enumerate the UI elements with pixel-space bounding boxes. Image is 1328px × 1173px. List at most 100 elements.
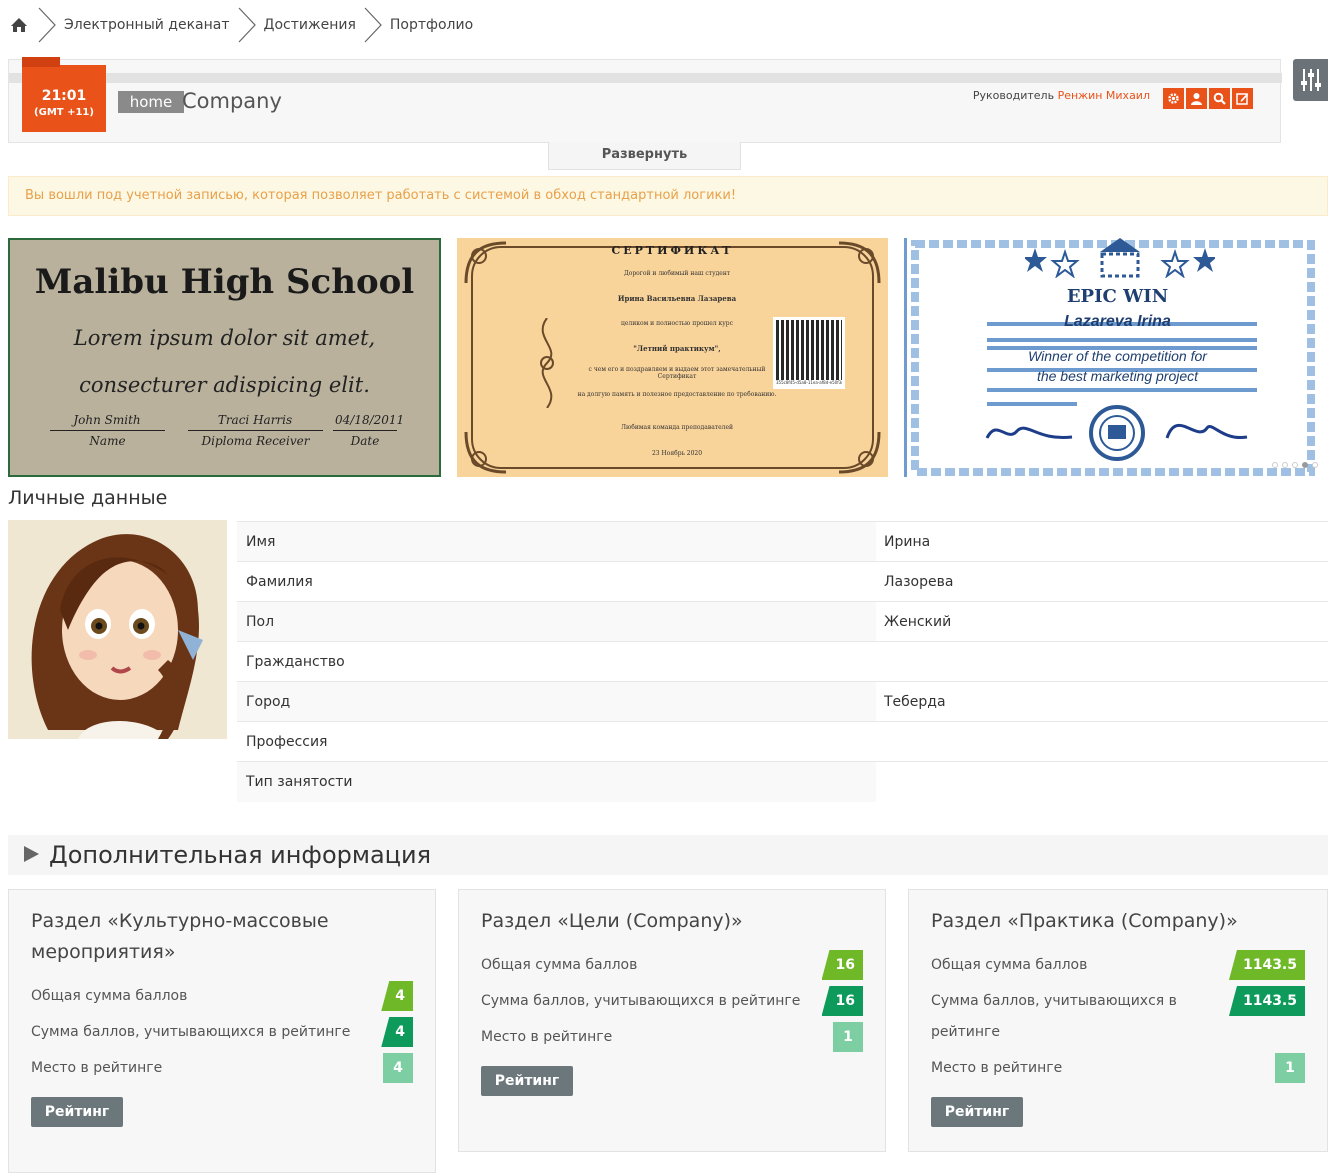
table-row: Тип занятости <box>237 761 1328 802</box>
diploma-signature: Traci Harris <box>217 413 293 427</box>
diploma-title: Malibu High School <box>34 262 415 302</box>
warning-alert: Вы вошли под учетной записью, которая по… <box>8 176 1328 216</box>
expand-button[interactable]: Развернуть <box>548 142 741 170</box>
ornament-icon <box>838 431 881 474</box>
rating-place-badge: 1 <box>833 1022 863 1052</box>
rating-button[interactable]: Рейтинг <box>931 1097 1023 1127</box>
chevron-right-icon <box>38 7 56 43</box>
settings-button[interactable] <box>1163 88 1184 109</box>
total-points-badge: 4 <box>381 981 413 1011</box>
avatar <box>8 520 227 739</box>
qr-caption: 355c8f45-d5a8-11ea-af8d-e50f3c9d4f7 <box>776 380 842 385</box>
rating-button[interactable]: Рейтинг <box>31 1097 123 1127</box>
rated-points-badge: 16 <box>821 986 863 1016</box>
carousel-dot[interactable] <box>1292 462 1298 468</box>
field-value <box>876 721 1328 762</box>
certificate-recipient: Ирина Васильевна Лазарева <box>617 294 737 303</box>
field-value: Лазорева <box>876 561 1328 602</box>
manager-info: Руководитель Ренжин Михаил <box>973 89 1150 102</box>
stat-rated: Сумма баллов, учитывающихся в рейтинге 11… <box>931 986 1305 1048</box>
additional-info-toggle[interactable]: Дополнительная информация <box>8 835 1328 875</box>
carousel-dots <box>1272 462 1318 468</box>
carousel-slide-epic-win[interactable]: EPIC WIN Lazareva Irina Winner of the co… <box>904 238 1328 477</box>
clock-time: 21:01 <box>41 88 87 104</box>
rating-place-badge: 1 <box>1275 1053 1305 1083</box>
epic-win-text: the best marketing project <box>1036 368 1199 384</box>
company-header: 21:01 (GMT +11) home Company Руководител… <box>8 57 1282 143</box>
qr-code-image <box>776 320 842 380</box>
home-icon[interactable] <box>8 15 30 35</box>
stat-place: Место в рейтинге 1 <box>931 1053 1305 1084</box>
search-icon <box>1213 92 1226 105</box>
certificate-title: СЕРТИФИКАТ <box>611 244 734 257</box>
section-card-culture: Раздел «Культурно-массовые мероприятия» … <box>8 889 436 1173</box>
certificates-carousel[interactable]: Malibu High School Lorem ipsum dolor sit… <box>8 238 1328 477</box>
stat-rated: Сумма баллов, учитывающихся в рейтинге 4 <box>31 1017 413 1048</box>
home-badge[interactable]: home <box>118 91 184 113</box>
total-points-badge: 16 <box>821 950 863 980</box>
stars-and-building-icon <box>1025 238 1215 278</box>
rated-points-badge: 4 <box>381 1017 413 1047</box>
personal-data-table: Имя Ирина Фамилия Лазорева Пол Женский Граждан… <box>237 521 1328 802</box>
settings-sliders-button[interactable] <box>1293 59 1328 101</box>
epic-win-title: EPIC WIN <box>1066 286 1169 307</box>
ornament-icon <box>464 431 507 474</box>
header-action-buttons <box>1163 88 1253 109</box>
card-title: Раздел «Цели (Company)» <box>481 910 743 932</box>
table-row: Профессия <box>237 721 1328 762</box>
table-row: Пол Женский <box>237 601 1328 642</box>
rating-button[interactable]: Рейтинг <box>481 1066 573 1096</box>
epic-win-text: Winner of the competition for <box>1028 348 1207 364</box>
edit-button[interactable] <box>1232 88 1253 109</box>
field-label: Гражданство <box>237 641 876 682</box>
breadcrumb-link-achievements[interactable]: Достижения <box>264 17 356 33</box>
clock-widget: 21:01 (GMT +11) <box>22 57 106 132</box>
carousel-slide-diploma[interactable]: Malibu High School Lorem ipsum dolor sit… <box>8 238 441 477</box>
field-label: Город <box>237 681 876 722</box>
carousel-dot[interactable] <box>1272 462 1278 468</box>
stat-total: Общая сумма баллов 4 <box>31 981 413 1012</box>
carousel-slide-certificate[interactable]: СЕРТИФИКАТ Дорогой и любимый наш студент… <box>457 238 888 477</box>
rating-place-badge: 4 <box>383 1053 413 1083</box>
carousel-dot-active[interactable] <box>1302 462 1308 468</box>
certificate-course: "Летний практикум", <box>633 344 721 353</box>
field-label: Профессия <box>237 721 876 762</box>
page-title: Company <box>182 89 282 113</box>
card-title: Раздел «Практика (Company)» <box>931 910 1238 932</box>
carousel-dot[interactable] <box>1312 462 1318 468</box>
total-points-badge: 1143.5 <box>1228 950 1305 980</box>
certificate-text: целиком и полностью прошел курс <box>621 320 733 327</box>
field-value: Женский <box>876 601 1328 642</box>
gear-icon <box>1168 93 1179 104</box>
diploma-date: 04/18/2011 <box>335 413 405 427</box>
diploma-line: consecturer adispicing elit. <box>79 373 370 397</box>
diploma-signature-role: Date <box>333 430 397 448</box>
header-progress-bar <box>9 73 1282 83</box>
table-row: Гражданство <box>237 641 1328 682</box>
section-card-practice: Раздел «Практика (Company)» Общая сумма … <box>908 889 1328 1152</box>
carousel-dot[interactable] <box>1282 462 1288 468</box>
diploma-signature-role: Name <box>50 430 165 448</box>
chevron-right-icon <box>364 7 382 43</box>
search-button[interactable] <box>1209 88 1230 109</box>
profile-button[interactable] <box>1186 88 1207 109</box>
field-value <box>876 641 1328 682</box>
manager-label: Руководитель <box>972 89 1055 102</box>
field-label: Имя <box>237 521 876 562</box>
breadcrumb: Электронный деканат Достижения Портфолио <box>8 6 473 44</box>
breadcrumb-current-portfolio: Портфолио <box>389 17 474 33</box>
breadcrumb-link-deanery[interactable]: Электронный деканат <box>64 17 230 33</box>
stat-place: Место в рейтинге 4 <box>31 1053 413 1084</box>
stat-rated: Сумма баллов, учитывающихся в рейтинге 16 <box>481 986 863 1017</box>
edit-icon <box>1236 93 1249 105</box>
clock-timezone: (GMT +11) <box>34 107 94 118</box>
certificate-text: на долгую память и полезное предоставлен… <box>577 391 777 398</box>
field-label: Пол <box>237 601 876 642</box>
epic-win-recipient: Lazareva Irina <box>1064 313 1171 330</box>
card-title: Раздел «Культурно-массовые мероприятия» <box>31 910 329 963</box>
diploma-signature: John Smith <box>73 413 141 427</box>
manager-name-link[interactable]: Ренжин Михаил <box>1058 89 1150 102</box>
user-icon <box>1191 93 1202 105</box>
stat-total: Общая сумма баллов 16 <box>481 950 863 981</box>
rated-points-badge: 1143.5 <box>1228 986 1305 1016</box>
